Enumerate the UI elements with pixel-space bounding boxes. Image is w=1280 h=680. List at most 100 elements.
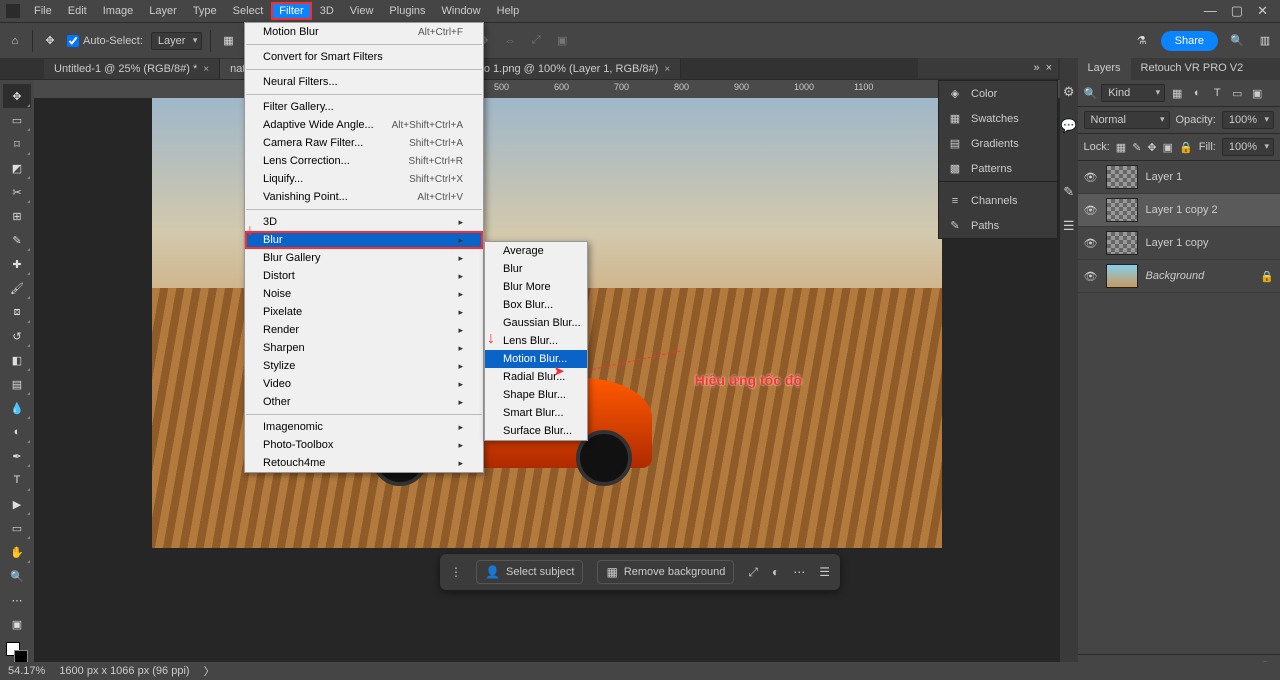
filter-smart-icon[interactable]: ▣ — [1249, 87, 1265, 100]
filter-kind-icon[interactable]: 🔍 — [1084, 87, 1098, 100]
close-icon[interactable]: ✕ — [1257, 3, 1268, 19]
frame-tool[interactable]: ⊞ — [3, 204, 31, 228]
workspace-icon[interactable]: ▥ — [1256, 32, 1274, 50]
doc-tab-0[interactable]: Untitled-1 @ 25% (RGB/8#) *× — [44, 59, 220, 79]
collapse-icon[interactable]: » — [1033, 62, 1039, 74]
mi-camera-raw[interactable]: Camera Raw Filter...Shift+Ctrl+A — [245, 134, 483, 152]
lock-all-icon[interactable]: 🔒 — [1179, 141, 1193, 154]
mi-lens-correction[interactable]: Lens Correction...Shift+Ctrl+R — [245, 152, 483, 170]
layer-row[interactable]: 👁Layer 1 copy 2 — [1078, 194, 1280, 227]
mi-adaptive-wide[interactable]: Adaptive Wide Angle...Alt+Shift+Ctrl+A — [245, 116, 483, 134]
layer-thumb[interactable] — [1106, 231, 1138, 255]
zoom-tool[interactable]: 🔍 — [3, 564, 31, 588]
move-tool-icon[interactable]: ✥ — [41, 32, 59, 50]
mi-noise[interactable]: Noise — [245, 285, 483, 303]
mi-lens-blur[interactable]: Lens Blur... — [485, 332, 587, 350]
mi-filter-gallery[interactable]: Filter Gallery... — [245, 98, 483, 116]
brush-settings-icon[interactable]: ✎ — [1063, 184, 1074, 200]
layer-thumb[interactable] — [1106, 198, 1138, 222]
lock-artboard-icon[interactable]: ▣ — [1163, 141, 1173, 154]
screen-mode[interactable]: ▣ — [3, 612, 31, 636]
mi-blur-more[interactable]: Blur More — [485, 278, 587, 296]
edit-toolbar[interactable]: ⋯ — [3, 588, 31, 612]
visibility-icon[interactable]: 👁 — [1084, 270, 1098, 283]
mi-motion-blur[interactable]: Motion Blur... — [485, 350, 587, 368]
panel-paths[interactable]: ✎Paths — [939, 213, 1057, 238]
path-select-tool[interactable]: ▶ — [3, 492, 31, 516]
tab-layers[interactable]: Layers — [1078, 58, 1131, 80]
adjust-icon[interactable]: ◐ — [772, 565, 779, 579]
pen-tool[interactable]: ✒ — [3, 444, 31, 468]
mi-neural-filters[interactable]: Neural Filters... — [245, 73, 483, 91]
mi-render[interactable]: Render — [245, 321, 483, 339]
mi-retouch4me[interactable]: Retouch4me — [245, 454, 483, 472]
mi-shape-blur[interactable]: Shape Blur... — [485, 386, 587, 404]
fill-value[interactable]: 100% — [1222, 138, 1274, 156]
mi-radial-blur[interactable]: Radial Blur... — [485, 368, 587, 386]
panel-gradients[interactable]: ▤Gradients — [939, 131, 1057, 156]
filter-adjust-icon[interactable]: ◐ — [1189, 87, 1205, 99]
menu-filter[interactable]: Filter — [271, 2, 311, 20]
search-icon[interactable]: 🔍 — [1228, 32, 1246, 50]
marquee-tool[interactable]: ▭ — [3, 108, 31, 132]
dodge-tool[interactable]: ◐ — [3, 420, 31, 444]
menu-plugins[interactable]: Plugins — [381, 2, 433, 20]
properties-icon[interactable]: ☰ — [819, 565, 830, 579]
mi-convert-smart[interactable]: Convert for Smart Filters — [245, 48, 483, 66]
doc-dimensions[interactable]: 1600 px x 1066 px (96 ppi) — [59, 665, 189, 677]
transform-icon[interactable]: ⤢ — [748, 565, 758, 580]
tab-close-icon[interactable]: × — [664, 64, 670, 75]
crop-tool[interactable]: ✂ — [3, 180, 31, 204]
lasso-tool[interactable]: ⌑ — [3, 132, 31, 156]
gradient-tool[interactable]: ▤ — [3, 372, 31, 396]
mi-blur[interactable]: Blur — [245, 231, 483, 249]
blend-mode[interactable]: Normal — [1084, 111, 1170, 129]
share-button[interactable]: Share — [1161, 31, 1218, 51]
menu-edit[interactable]: Edit — [60, 2, 95, 20]
menu-file[interactable]: File — [26, 2, 60, 20]
auto-select-target[interactable]: Layer — [151, 32, 203, 50]
panel-patterns[interactable]: ▩Patterns — [939, 156, 1057, 181]
lock-transparent-icon[interactable]: ▦ — [1116, 141, 1126, 154]
mi-vanishing-point[interactable]: Vanishing Point...Alt+Ctrl+V — [245, 188, 483, 206]
auto-select-checkbox[interactable]: Auto-Select: — [67, 35, 143, 47]
menu-type[interactable]: Type — [185, 2, 225, 20]
sliders-icon[interactable]: ☰ — [1063, 218, 1075, 234]
lock-pixels-icon[interactable]: ✎ — [1132, 141, 1141, 154]
opacity-value[interactable]: 100% — [1222, 111, 1274, 129]
menu-image[interactable]: Image — [95, 2, 142, 20]
mi-pixelate[interactable]: Pixelate — [245, 303, 483, 321]
shape-tool[interactable]: ▭ — [3, 516, 31, 540]
mi-other[interactable]: Other — [245, 393, 483, 411]
mi-sharpen[interactable]: Sharpen — [245, 339, 483, 357]
hand-tool[interactable]: ✋ — [3, 540, 31, 564]
menu-layer[interactable]: Layer — [141, 2, 185, 20]
mi-smart-blur[interactable]: Smart Blur... — [485, 404, 587, 422]
mi-surface-blur[interactable]: Surface Blur... — [485, 422, 587, 440]
mi-box-blur[interactable]: Box Blur... — [485, 296, 587, 314]
close-icon[interactable]: × — [1046, 62, 1052, 74]
history-brush-tool[interactable]: ↺ — [3, 324, 31, 348]
maximize-icon[interactable]: ▢ — [1231, 3, 1243, 19]
eyedropper-tool[interactable]: ✎ — [3, 228, 31, 252]
adjustments-icon[interactable]: ⚙ — [1063, 84, 1075, 100]
mi-imagenomic[interactable]: Imagenomic — [245, 418, 483, 436]
filter-pixel-icon[interactable]: ▦ — [1169, 87, 1185, 100]
filter-shape-icon[interactable]: ▭ — [1229, 87, 1245, 100]
menu-help[interactable]: Help — [489, 2, 528, 20]
panel-swatches[interactable]: ▦Swatches — [939, 106, 1057, 131]
visibility-icon[interactable]: 👁 — [1084, 204, 1098, 217]
move-tool[interactable]: ✥ — [3, 84, 31, 108]
comments-icon[interactable]: 💬 — [1061, 118, 1077, 134]
menu-3d[interactable]: 3D — [312, 2, 342, 20]
beaker-icon[interactable]: ⚗ — [1133, 32, 1151, 50]
mi-gaussian-blur[interactable]: Gaussian Blur... — [485, 314, 587, 332]
mi-liquify[interactable]: Liquify...Shift+Ctrl+X — [245, 170, 483, 188]
layer-row[interactable]: 👁Layer 1 — [1078, 161, 1280, 194]
filter-type-icon[interactable]: T — [1209, 87, 1225, 99]
select-subject-button[interactable]: 👤Select subject — [476, 560, 583, 584]
stamp-tool[interactable]: ⧈ — [3, 300, 31, 324]
mi-video[interactable]: Video — [245, 375, 483, 393]
menu-window[interactable]: Window — [434, 2, 489, 20]
healing-tool[interactable]: ✚ — [3, 252, 31, 276]
